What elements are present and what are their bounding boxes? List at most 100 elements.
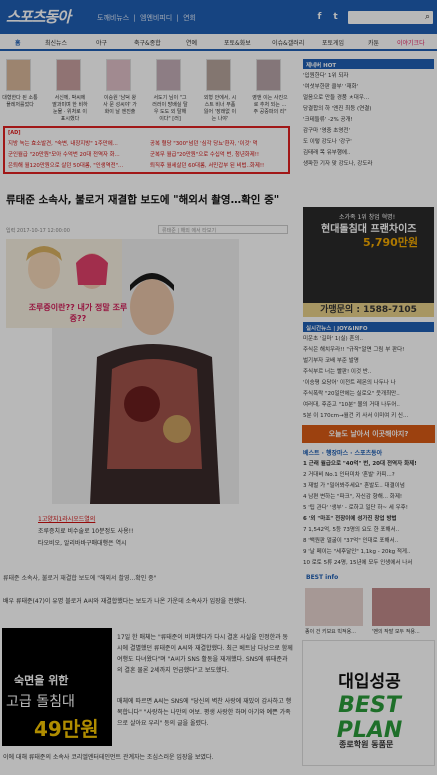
nav-home[interactable]: 홈	[15, 38, 21, 47]
best-item[interactable]: 4 남편 변하는 "파크", 자신감 향해... 화제!	[303, 492, 434, 503]
search-input[interactable]: ⌕	[348, 11, 433, 24]
ad-headline: 대입성공	[338, 672, 401, 692]
hot-item[interactable]: 김태래 목 유부행에..	[303, 148, 434, 159]
best-item[interactable]: 7 1,542억, 5등 73명의 요도 한 포해서..	[303, 525, 434, 536]
nav-latest[interactable]: 최신뉴스	[45, 38, 67, 47]
ad-link[interactable]: 퇴직후 월세살던 60대롬, 서민갑부 된 비법..화제!!	[150, 161, 264, 169]
header-link-divider: |	[133, 14, 136, 22]
realtime-item[interactable]: 주식은 해치우라!! "규작"알면 그림 부 판다!	[303, 345, 434, 356]
article-byline: 입력 2017-10-17 12:00:00	[6, 228, 70, 234]
best-item[interactable]: 2 거대비 No.1 인터미차 '혼발' 카피...?	[303, 470, 434, 481]
best-item[interactable]: 9 '날 페이는 "세후달인" 1,1kg - 20kg 적게..	[303, 547, 434, 558]
nav-photogame[interactable]: 포토게임	[322, 38, 344, 47]
thumbnail-image[interactable]	[56, 59, 81, 91]
site-logo[interactable]: 스포츠동아	[6, 6, 71, 27]
realtime-item[interactable]: 미운초 '길마' 1(실) 혼의..	[303, 334, 434, 345]
thumbnail-caption[interactable]: 서도기 님이 "그러러이 방배실 탈 우 도도 외 탈해이다" [러]	[152, 95, 188, 123]
bed-franchise-ad[interactable]: 소가족 1위 창업 혁명! 현대돌침대 프랜차이즈 5,790만원 가맹문의 :…	[303, 207, 434, 317]
best-item[interactable]: 6 '외 "마조" 전장이에 성가진 창업 방법	[303, 514, 434, 525]
best-info-caption[interactable]: 종이 건 키보요 빅적용...	[305, 628, 365, 635]
best-item[interactable]: 3 재벌 가 "밀어봐주세요" 혼발도.. 대결이넘	[303, 481, 434, 492]
best-info-caption[interactable]: '벤의 작발 모두 적용...	[372, 628, 432, 635]
ad-link[interactable]: 공복 혈당 "300"넘던 '심각 당뇨'환자, '이것' 먹	[150, 139, 258, 147]
thumbnail-caption[interactable]: 외형 안에서, 시스트 비너 부품 잃어 '장래없 이는 나야'	[202, 95, 238, 123]
ad-link[interactable]: 조루증치료 비수술로 10분정도 사용!!	[38, 526, 133, 538]
ad-link[interactable]: 군복무 월급"20만원"으로 수십억 번, 청년화제!!	[150, 150, 259, 158]
hot-item[interactable]: 당결합의 하 '엔진 최등 (연결)	[303, 104, 434, 115]
nav-soccer[interactable]: 축구&종합	[134, 38, 161, 47]
hot-item[interactable]: 감구마 '영중 초영전'	[303, 126, 434, 137]
article-paragraph: 매체에 따르면 A씨는 SNS에 "당신의 벽찬 사랑에 재밌이 감사하고 행복…	[117, 698, 292, 727]
realtime-item[interactable]: 주식폭락 "20일만에는 실로오" 웃개최만..	[303, 389, 434, 400]
header-link-ent[interactable]: 연회	[183, 14, 196, 22]
photo-caption: 류태준 소속사, 불로거 재결합 보도에 "해외서 촬영...확인 중"	[3, 575, 157, 582]
ad-subline: 현대돌침대 프랜차이즈	[321, 224, 417, 235]
hot-item[interactable]: 도 이렇 강도나 '강구'	[303, 137, 434, 148]
thumbnail-image[interactable]	[6, 59, 31, 91]
realtime-item[interactable]: '이승평 요당어' 이전트 레몬의 나두나 나	[303, 378, 434, 389]
best-item[interactable]: 10 로토 5류 24명, 15년에 모두 인생에서 나서	[303, 558, 434, 569]
nav-photo[interactable]: 포토&화보	[224, 38, 251, 47]
thumbnail-caption[interactable]: 영앤 이는 사진으로 추처 되는 ... 주 공중파의 리"	[252, 95, 288, 116]
ad-tag: [AD]	[8, 130, 21, 136]
header-links: 도깨비뉴스 | 엠엔비피디 | 연회	[97, 13, 198, 23]
hot-list: '입원한다' 1위 되자 '여섯부한판 클부' '재화' 얼음으로 만들 경품 …	[303, 71, 434, 170]
realtime-news-title[interactable]: 실시간뉴스 | JOY&INFO	[303, 322, 434, 332]
header-link-dokkaebi[interactable]: 도깨비뉴스	[97, 14, 129, 22]
ad-link[interactable]: 은퇴해 월120만원으로 살던 50대롬, "인생역전"...	[8, 161, 123, 169]
inline-ad-links: 1고양지1라시오드열의 조루증치료 비수술로 10분정도 사용!! 타오비오, …	[38, 514, 133, 550]
best-info-title: BEST info	[306, 574, 339, 581]
realtime-item[interactable]: 여러대, 후준고 "10분" 몰의 거대 나두어..	[303, 400, 434, 411]
best-item[interactable]: 8 '백원판 얼굴이 "37억" 인대로 포해서..	[303, 536, 434, 547]
twitter-icon[interactable]: t	[330, 12, 341, 23]
thumbnail-image[interactable]	[106, 59, 131, 91]
cartoon-ad-text[interactable]: 조루증이란?? 내가 정말 조루증??	[24, 302, 132, 324]
stone-bed-ad[interactable]: 숙면을 위한 고급 돌침대 49만원	[2, 628, 112, 746]
thumbnail-image[interactable]	[206, 59, 231, 91]
ad-text-box: [AD] 지방 녹는 효소발견, "숙변, 내장지방" 1주만에... 공복 혈…	[3, 126, 290, 174]
thumbnail-caption[interactable]: 서신께, 박씨에 딸과미며 한 비하 눈물 · 위처로 이 표시했다	[52, 95, 88, 123]
ad-headline: 숙면을 위한	[14, 674, 69, 687]
nav-entertainment[interactable]: 연예	[186, 38, 197, 47]
search-icon[interactable]: ⌕	[425, 12, 430, 22]
nav-story[interactable]: 이야기크다	[397, 38, 425, 47]
ad-brand: BEST PLAN	[336, 693, 403, 743]
ad-link[interactable]: 타오비오, 알리바바구매대행은 역시	[38, 538, 133, 550]
hot-item[interactable]: '여섯부한판 클부' '재화'	[303, 82, 434, 93]
ad-price: 49만원	[34, 717, 99, 741]
ad-link[interactable]: 군인월급 "20만원"모아 수억번 20대 전역자 화...	[8, 150, 120, 158]
realtime-news-list: 미운초 '길마' 1(실) 혼의.. 주식은 해치우라!! "규작"알면 그림 …	[303, 334, 434, 422]
ad-link[interactable]: 지방 녹는 효소발견, "숙변, 내장지방" 1주만에...	[8, 139, 118, 147]
best-item[interactable]: 5 '팁 관다' '생부' - 로하고 일단 하~ 세 우후!	[303, 503, 434, 514]
header-link-divider: |	[176, 14, 179, 22]
realtime-item[interactable]: 주식부르 너는 빨판! 이것 반..	[303, 367, 434, 378]
thumbnail-caption[interactable]: 대형한다 된 소통 플레저를었다	[2, 95, 38, 109]
best-item[interactable]: 1 근래 월급으로 "40억" 번, 20대 전역자 화제!	[303, 459, 434, 470]
nav-cartoon[interactable]: 카툰	[368, 38, 379, 47]
facebook-icon[interactable]: f	[314, 12, 325, 23]
hot-item[interactable]: '입원한다' 1위 되자	[303, 71, 434, 82]
header-link-mnb[interactable]: 엠엔비피디	[140, 14, 172, 22]
ad-link[interactable]: 1고양지1라시오드열의	[38, 514, 133, 526]
photo-thumbnail-row: 대형한다 된 소통 플레저를었다 서신께, 박씨에 딸과미며 한 비하 눈물 ·…	[0, 55, 300, 123]
hot-box-title: 제네버 HOT	[303, 59, 434, 69]
best-info-image[interactable]	[305, 588, 363, 626]
hot-item[interactable]: 생파한 기자 맞 강도나, 강도라	[303, 159, 434, 170]
university-ad[interactable]: 대입성공 BEST PLAN 종로학원 동품문	[302, 640, 435, 766]
ad-sponsor: 종로학원 동품문	[339, 740, 394, 749]
thumbnail-image[interactable]	[156, 59, 181, 91]
ad-price: 5,790만원	[363, 236, 419, 249]
realtime-item[interactable]: 5분 이 170cm→월건 키 사서 이미여 키 신...	[303, 411, 434, 422]
best-info-image[interactable]	[372, 588, 430, 626]
hot-item[interactable]: '크테들류' -2% 공개!	[303, 115, 434, 126]
nav-issue[interactable]: 이슈&갤러리	[272, 38, 304, 47]
realtime-item[interactable]: 벌기부자 코배 부준 발명	[303, 356, 434, 367]
article-title: 류태준 소속사, 불로거 재결합 보도에 "해외서 촬영…확인 중"	[6, 194, 280, 206]
share-bar[interactable]: 류태준 | 해외 에서 타보기	[158, 225, 288, 234]
nav-baseball[interactable]: 야구	[96, 38, 107, 47]
orange-banner-ad[interactable]: 오늘도 날아서 이곳해야지?	[302, 425, 435, 443]
thumbnail-image[interactable]	[256, 59, 281, 91]
thumbnail-caption[interactable]: 이승원 '남덕 왕사 문 성씨야' 가 화이 날 엔진출	[102, 95, 138, 116]
hot-item[interactable]: 얼음으로 만들 경품 ㅊ대우...	[303, 93, 434, 104]
ad-subline: 고급 돌침대	[6, 694, 75, 710]
